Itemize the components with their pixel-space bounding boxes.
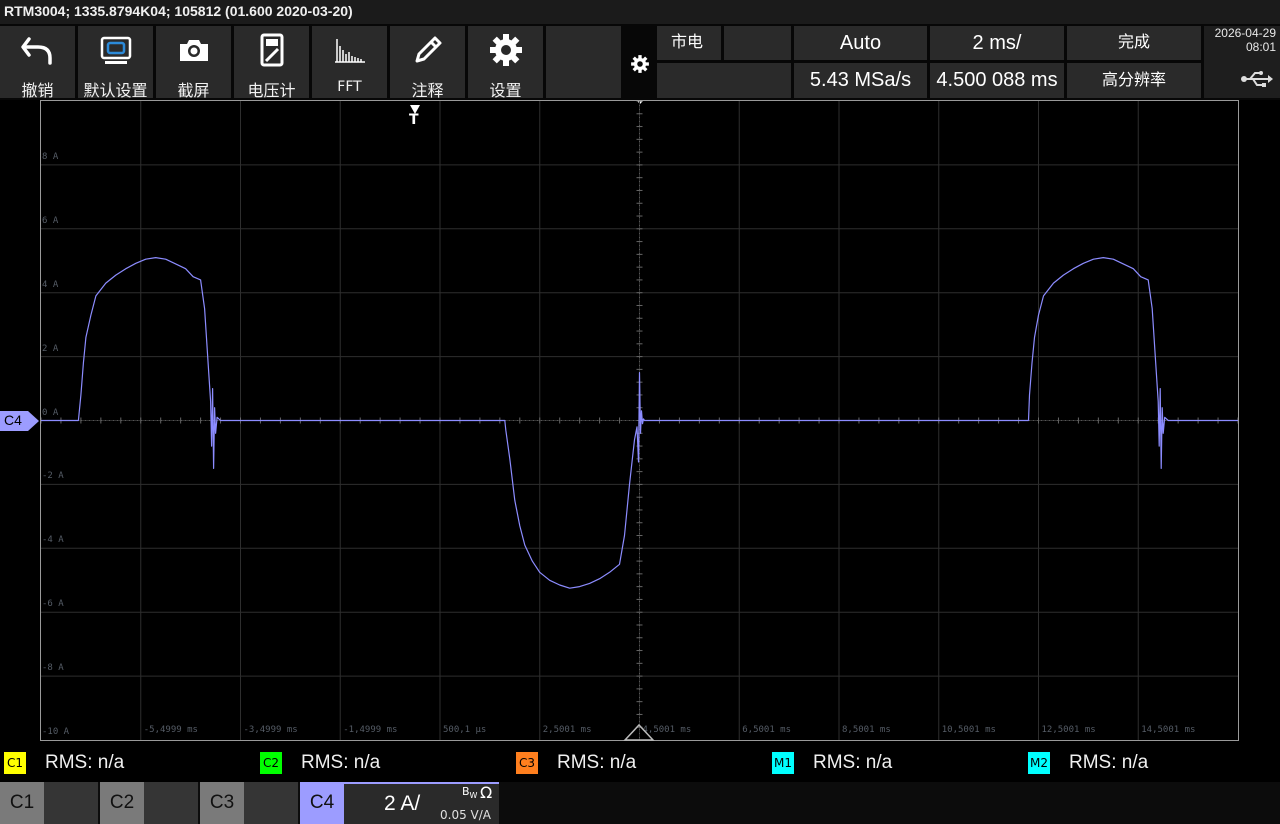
camera-icon [156, 34, 231, 66]
voltmeter-button[interactable]: 电压计 [234, 26, 309, 100]
fft-icon [312, 34, 387, 66]
sample-rate[interactable]: 5.43 MSa/s [794, 63, 927, 98]
x-tick-label: -3,4999 ms [243, 725, 298, 735]
screenshot-button[interactable]: 截屏 [156, 26, 231, 100]
measurement-value: RMS: n/a [301, 752, 381, 773]
x-tick-label: -1,4999 ms [343, 725, 398, 735]
timebase[interactable]: 2 ms/ [930, 26, 1064, 60]
date: 2026-04-29 [1214, 26, 1276, 40]
measurement-source-badge: M2 [1028, 752, 1050, 774]
y-tick-label: 0 A [42, 407, 59, 418]
y-tick-label: -10 A [42, 727, 70, 737]
measurement-c3[interactable]: C3 RMS: n/a [516, 752, 756, 774]
probe-factor: 0.05 V/A [440, 808, 491, 822]
instrument-id: RTM3004; 1335.8794K04; 105812 (01.600 20… [4, 3, 353, 19]
channel-c1-tab[interactable]: C1 [0, 782, 44, 824]
settings-button[interactable]: 设置 [468, 26, 543, 100]
undo-icon [0, 34, 75, 66]
measurement-value: RMS: n/a [557, 752, 637, 773]
measurement-c2[interactable]: C2 RMS: n/a [260, 752, 500, 774]
gear-icon [468, 34, 543, 66]
annotation-button[interactable]: 注释 [390, 26, 465, 100]
bandwidth-limit-label: BW [462, 785, 478, 801]
horizontal-position-marker[interactable] [623, 723, 655, 745]
toolbar-config-button[interactable] [625, 26, 655, 104]
measurement-source-badge: C3 [516, 752, 538, 774]
horizontal-position[interactable]: 4.500 088 ms [930, 63, 1064, 98]
channel-marker-label: C4 [4, 412, 22, 428]
x-tick-label: 14,5001 ms [1141, 725, 1196, 735]
annotation-label: 注释 [411, 81, 444, 100]
toolbar: 撤销 默认设置 截屏 电压计 FFT 注释 设置 市电 Auto 5.43 MS… [0, 24, 1280, 104]
channel-bar: C1 C2 C3 C4 2 A/ BW Ω 0.05 V/A [0, 782, 1280, 824]
power-source[interactable]: 市电 [657, 26, 721, 60]
y-tick-label: 6 A [42, 215, 59, 226]
measurement-m2[interactable]: M2 RMS: n/a [1028, 752, 1268, 774]
waveform-trace-c4 [41, 257, 1238, 589]
settings-label: 设置 [489, 81, 522, 100]
undo-label: 撤销 [21, 81, 54, 100]
x-tick-label: 8,5001 ms [842, 725, 891, 735]
waveform-plot [41, 257, 1238, 589]
channel-c4-scale: 2 A/ [384, 792, 421, 815]
channel-c4-tab[interactable]: C4 [300, 782, 344, 824]
empty-cell-2 [657, 63, 791, 98]
undo-button[interactable]: 撤销 [0, 26, 75, 100]
waveform-display[interactable]: 8 A 6 A 4 A 2 A 0 A -2 A -4 A -6 A -8 A -10 A -5,4… [40, 100, 1239, 741]
channel-c2-tab[interactable]: C2 [100, 782, 144, 824]
x-tick-label: 10,5001 ms [941, 725, 996, 735]
x-tick-label: 12,5001 ms [1041, 725, 1096, 735]
measurement-value: RMS: n/a [1069, 752, 1149, 773]
coupling-label: Ω [480, 783, 493, 802]
x-tick-label: 500,1 µs [443, 725, 487, 735]
y-tick-label: -2 A [42, 471, 64, 482]
measurement-m1[interactable]: M1 RMS: n/a [772, 752, 1012, 774]
voltmeter-icon [234, 33, 309, 67]
y-tick-label: -4 A [42, 535, 64, 546]
channel-c3-settings[interactable] [244, 782, 298, 824]
channel-c3-tab[interactable]: C3 [200, 782, 244, 824]
y-tick-label: -8 A [42, 663, 64, 674]
y-tick-label: 4 A [42, 279, 59, 290]
channel-c1-settings[interactable] [44, 782, 98, 824]
acquisition-mode[interactable]: 高分辨率 [1067, 63, 1201, 98]
trigger-mode[interactable]: Auto [794, 26, 927, 60]
channel-c2-settings[interactable] [144, 782, 198, 824]
empty-cell [724, 26, 791, 60]
default-setup-button[interactable]: 默认设置 [78, 26, 153, 100]
pencil-icon [390, 34, 465, 66]
x-tick-label: 6,5001 ms [742, 725, 792, 735]
y-tick-label: -6 A [42, 599, 64, 610]
usb-icon [1240, 71, 1274, 91]
measurement-source-badge: M1 [772, 752, 794, 774]
small-gear-icon [630, 54, 650, 78]
default-setup-label: 默认设置 [83, 81, 148, 100]
status-area: 2026-04-29 08:01 [1204, 26, 1280, 98]
channel-offset-marker[interactable]: C4 [0, 411, 40, 431]
x-tick-label: -5,4999 ms [143, 725, 198, 735]
y-tick-label: 2 A [42, 343, 59, 354]
time: 08:01 [1245, 40, 1276, 54]
voltmeter-label: 电压计 [247, 81, 296, 100]
screenshot-label: 截屏 [177, 81, 210, 100]
measurement-c1[interactable]: C1 RMS: n/a [4, 752, 244, 774]
x-tick-label: 2,5001 ms [542, 725, 592, 735]
measurement-value: RMS: n/a [813, 752, 893, 773]
fft-label: FFT [337, 79, 362, 95]
y-tick-label: 8 A [42, 151, 59, 162]
title-bar: RTM3004; 1335.8794K04; 105812 (01.600 20… [0, 0, 1280, 24]
fft-button[interactable]: FFT [312, 26, 387, 98]
channel-c4-settings[interactable]: 2 A/ BW Ω 0.05 V/A [344, 782, 499, 824]
measurement-source-badge: C1 [4, 752, 26, 774]
preset-icon [78, 34, 153, 66]
measurement-value: RMS: n/a [45, 752, 125, 773]
measurement-source-badge: C2 [260, 752, 282, 774]
empty-toolbar-slot[interactable] [546, 26, 621, 98]
acquisition-status[interactable]: 完成 [1067, 26, 1201, 60]
